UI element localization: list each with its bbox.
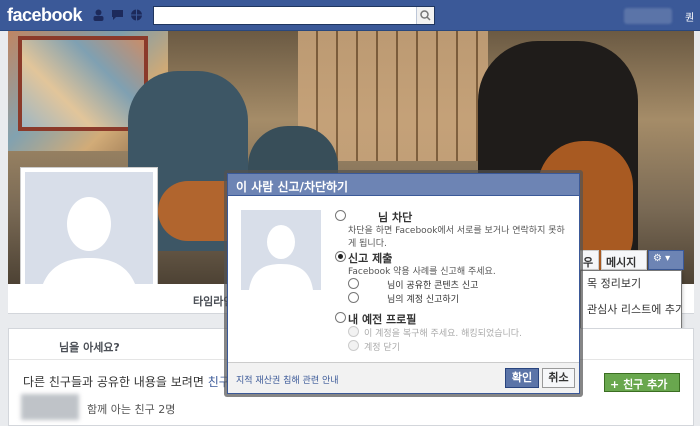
block-description: 차단을 하면 Facebook에서 서로를 보거나 연락하지 못하게 됩니다. — [348, 226, 565, 249]
share-prompt-text: 다른 친구들과 공유한 내용을 보려면 친구 요 — [23, 373, 245, 390]
cancel-button[interactable]: 취소 — [542, 368, 575, 388]
menu-item[interactable]: 목 정리보기 — [581, 271, 681, 297]
block-radio[interactable] — [335, 210, 346, 221]
confirm-button[interactable]: 확인 — [505, 368, 539, 388]
chevron-down-icon: ▾ — [665, 253, 671, 264]
add-friend-button[interactable]: + 친구 추가 — [604, 373, 680, 392]
report-content-radio[interactable] — [348, 278, 359, 289]
recover-account-label: 이 계정을 복구해 주세요. 해킹되었습니다. — [364, 329, 522, 339]
report-radio[interactable] — [335, 251, 346, 262]
mutual-friends-avatars[interactable] — [21, 394, 79, 420]
dialog-footer: 지적 재산권 침해 관련 안내 확인 취소 — [228, 362, 579, 393]
close-account-label: 계정 닫기 — [364, 343, 400, 353]
user-name-blurred[interactable] — [624, 8, 672, 24]
mutual-friends-text[interactable]: 함께 아는 친구 2명 — [87, 401, 175, 417]
search-button[interactable] — [416, 7, 434, 24]
gear-icon: ⚙ — [653, 253, 662, 264]
report-block-dialog: 이 사람 신고/차단하기 님 차단 차단을 하면 Facebook에서 서로를 … — [224, 170, 583, 397]
report-description: Facebook 약용 사례를 신고해 주세요. — [348, 267, 496, 277]
dialog-avatar — [241, 210, 321, 290]
top-right-link[interactable]: 퀀 — [685, 9, 694, 24]
menu-item-add-to-interests[interactable]: 관심사 리스트에 추가 — [581, 297, 681, 323]
my-profile-radio[interactable] — [335, 312, 346, 323]
default-avatar-icon — [241, 210, 321, 290]
add-friend-icon: + — [610, 378, 620, 391]
notifications-globe-icon[interactable] — [130, 9, 143, 21]
settings-menu-button[interactable]: ⚙ ▾ — [648, 250, 684, 270]
message-button[interactable]: 메시지 — [601, 250, 647, 270]
report-account-radio[interactable] — [348, 292, 359, 303]
report-content-label: 님이 공유한 콘텐츠 신고 — [387, 281, 479, 291]
facebook-logo[interactable]: facebook — [7, 5, 83, 26]
search-icon — [420, 10, 431, 21]
know-title: 님을 아세요? — [59, 341, 120, 354]
my-profile-label: 내 예전 프로필 — [348, 313, 417, 326]
friend-requests-icon[interactable] — [92, 9, 105, 21]
ip-infringement-link[interactable]: 지적 재산권 침해 관련 안내 — [236, 373, 339, 386]
default-avatar-icon — [25, 172, 153, 300]
search-input[interactable] — [153, 6, 435, 25]
recover-account-radio — [348, 326, 359, 337]
close-account-radio — [348, 340, 359, 351]
messages-icon[interactable] — [111, 9, 124, 21]
dialog-title: 이 사람 신고/차단하기 — [228, 174, 579, 196]
top-navigation-bar: facebook 퀀 — [0, 0, 700, 31]
report-account-label: 님의 계정 신고하기 — [387, 295, 459, 305]
